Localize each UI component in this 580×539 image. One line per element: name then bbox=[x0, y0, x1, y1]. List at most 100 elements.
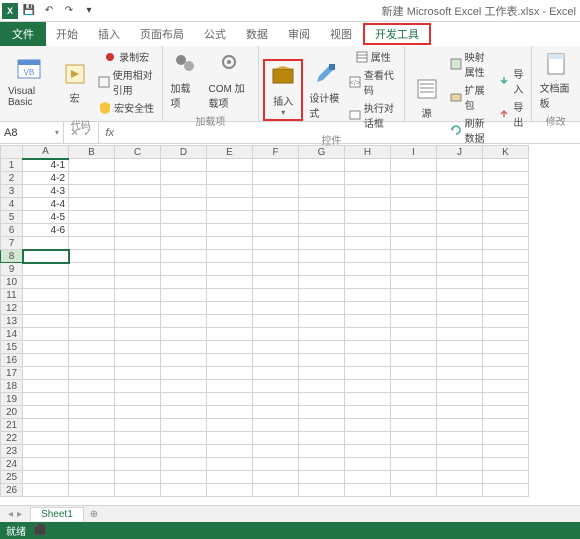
cell[interactable] bbox=[115, 250, 161, 263]
cell[interactable] bbox=[253, 263, 299, 276]
tab-view[interactable]: 视图 bbox=[320, 22, 362, 46]
cell[interactable] bbox=[23, 432, 69, 445]
cell[interactable] bbox=[69, 185, 115, 198]
column-header[interactable]: J bbox=[437, 146, 483, 159]
sheet-nav-last-icon[interactable]: ▸ bbox=[17, 509, 22, 520]
cell[interactable] bbox=[391, 458, 437, 471]
cell[interactable] bbox=[299, 419, 345, 432]
cell[interactable] bbox=[345, 471, 391, 484]
cell[interactable] bbox=[23, 445, 69, 458]
cell[interactable] bbox=[161, 471, 207, 484]
cell[interactable] bbox=[23, 289, 69, 302]
cell[interactable] bbox=[483, 159, 529, 172]
cell[interactable] bbox=[23, 393, 69, 406]
cell[interactable] bbox=[299, 354, 345, 367]
cell[interactable] bbox=[207, 302, 253, 315]
cell[interactable] bbox=[161, 458, 207, 471]
cell[interactable] bbox=[345, 237, 391, 250]
column-header[interactable]: C bbox=[115, 146, 161, 159]
cell[interactable] bbox=[391, 367, 437, 380]
cell[interactable] bbox=[483, 341, 529, 354]
row-header[interactable]: 17 bbox=[1, 367, 23, 380]
cell[interactable] bbox=[253, 471, 299, 484]
cell[interactable] bbox=[345, 198, 391, 211]
row-header[interactable]: 22 bbox=[1, 432, 23, 445]
row-header[interactable]: 12 bbox=[1, 302, 23, 315]
cell[interactable] bbox=[207, 445, 253, 458]
cell[interactable] bbox=[299, 341, 345, 354]
cell[interactable] bbox=[115, 315, 161, 328]
cell[interactable] bbox=[23, 302, 69, 315]
cell[interactable] bbox=[391, 432, 437, 445]
cell[interactable] bbox=[207, 250, 253, 263]
cell[interactable] bbox=[23, 484, 69, 497]
cell[interactable] bbox=[437, 484, 483, 497]
cell[interactable] bbox=[23, 341, 69, 354]
cell[interactable] bbox=[437, 224, 483, 237]
cell[interactable] bbox=[69, 159, 115, 172]
select-all-corner[interactable] bbox=[1, 146, 23, 159]
cell[interactable] bbox=[299, 471, 345, 484]
com-addins-button[interactable]: COM 加载项 bbox=[205, 48, 255, 112]
spreadsheet-grid[interactable]: ABCDEFGHIJK14-124-234-344-454-564-678910… bbox=[0, 145, 580, 505]
cell[interactable] bbox=[437, 250, 483, 263]
cancel-icon[interactable]: ✕ bbox=[70, 126, 79, 139]
cell[interactable] bbox=[161, 367, 207, 380]
cell[interactable] bbox=[207, 406, 253, 419]
column-header[interactable]: G bbox=[299, 146, 345, 159]
cell[interactable] bbox=[253, 484, 299, 497]
cell[interactable] bbox=[253, 367, 299, 380]
cell[interactable] bbox=[161, 380, 207, 393]
cell[interactable] bbox=[115, 419, 161, 432]
cell[interactable] bbox=[253, 302, 299, 315]
cell[interactable] bbox=[299, 185, 345, 198]
cell[interactable] bbox=[345, 250, 391, 263]
cell[interactable] bbox=[69, 237, 115, 250]
cell[interactable] bbox=[483, 406, 529, 419]
row-header[interactable]: 11 bbox=[1, 289, 23, 302]
name-box[interactable]: A8 ▾ bbox=[0, 122, 64, 143]
cell[interactable] bbox=[483, 211, 529, 224]
cell[interactable] bbox=[161, 445, 207, 458]
doc-panel-button[interactable]: 文档面板 bbox=[536, 48, 576, 112]
cell[interactable] bbox=[437, 185, 483, 198]
cell[interactable] bbox=[299, 393, 345, 406]
cell[interactable] bbox=[391, 237, 437, 250]
name-box-dropdown-icon[interactable]: ▾ bbox=[55, 128, 59, 137]
expansion-packs-button[interactable]: 扩展包 bbox=[447, 81, 494, 113]
cell[interactable] bbox=[115, 328, 161, 341]
excel-icon[interactable]: X bbox=[2, 3, 18, 19]
cell[interactable] bbox=[115, 445, 161, 458]
cell[interactable] bbox=[253, 276, 299, 289]
column-header[interactable]: K bbox=[483, 146, 529, 159]
cell[interactable] bbox=[299, 263, 345, 276]
cell[interactable] bbox=[345, 458, 391, 471]
cell[interactable] bbox=[437, 276, 483, 289]
cell[interactable] bbox=[69, 172, 115, 185]
cell[interactable] bbox=[161, 432, 207, 445]
cell[interactable] bbox=[345, 159, 391, 172]
cell[interactable] bbox=[115, 458, 161, 471]
cell[interactable] bbox=[161, 185, 207, 198]
cell[interactable] bbox=[115, 172, 161, 185]
cell[interactable] bbox=[69, 367, 115, 380]
column-header[interactable]: I bbox=[391, 146, 437, 159]
cell[interactable] bbox=[161, 302, 207, 315]
cell[interactable] bbox=[483, 237, 529, 250]
design-mode-button[interactable]: 设计模式 bbox=[305, 58, 344, 122]
cell[interactable] bbox=[483, 198, 529, 211]
cell[interactable] bbox=[345, 302, 391, 315]
tab-file[interactable]: 文件 bbox=[0, 22, 46, 46]
cell[interactable] bbox=[161, 289, 207, 302]
row-header[interactable]: 21 bbox=[1, 419, 23, 432]
cell[interactable] bbox=[69, 354, 115, 367]
cell[interactable] bbox=[391, 354, 437, 367]
cell[interactable] bbox=[207, 237, 253, 250]
cell[interactable] bbox=[115, 484, 161, 497]
tab-data[interactable]: 数据 bbox=[236, 22, 278, 46]
cell[interactable] bbox=[437, 419, 483, 432]
cell[interactable] bbox=[483, 172, 529, 185]
cell[interactable] bbox=[345, 367, 391, 380]
cell[interactable] bbox=[69, 328, 115, 341]
cell[interactable] bbox=[115, 393, 161, 406]
